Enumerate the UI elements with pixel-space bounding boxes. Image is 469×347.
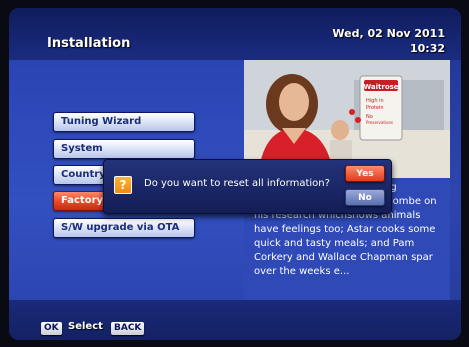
presenter-face bbox=[279, 83, 309, 121]
back-key-badge[interactable]: BACK bbox=[111, 322, 145, 335]
question-icon: ? bbox=[114, 176, 132, 194]
menu-item-system[interactable]: System bbox=[53, 139, 195, 159]
tv-screen: Installation Wed, 02 Nov 2011 10:32 Tuni… bbox=[0, 0, 469, 347]
ok-key-label: Select bbox=[68, 321, 103, 332]
time-display: 10:32 bbox=[409, 42, 445, 55]
dialog-message: Do you want to reset all information? bbox=[144, 178, 330, 189]
page-title: Installation bbox=[47, 36, 131, 51]
menu-item-sw-upgrade[interactable]: S/W upgrade via OTA bbox=[53, 218, 195, 238]
yes-button[interactable]: Yes bbox=[345, 165, 385, 182]
ok-key-badge[interactable]: OK bbox=[41, 322, 62, 335]
footer-bar bbox=[9, 300, 461, 340]
installation-panel: Installation Wed, 02 Nov 2011 10:32 Tuni… bbox=[9, 8, 461, 340]
reset-confirm-dialog: ? Do you want to reset all information? … bbox=[103, 159, 392, 214]
no-button[interactable]: No bbox=[345, 189, 385, 206]
sign-line-4: Preservatives bbox=[366, 120, 393, 125]
sign-line-2: Protein bbox=[366, 105, 384, 111]
date-display: Wed, 02 Nov 2011 bbox=[332, 27, 445, 40]
menu-item-tuning-wizard[interactable]: Tuning Wizard bbox=[53, 112, 195, 132]
sign-brand: Waitrose bbox=[363, 83, 398, 91]
sign-line-1: High in bbox=[366, 98, 384, 104]
